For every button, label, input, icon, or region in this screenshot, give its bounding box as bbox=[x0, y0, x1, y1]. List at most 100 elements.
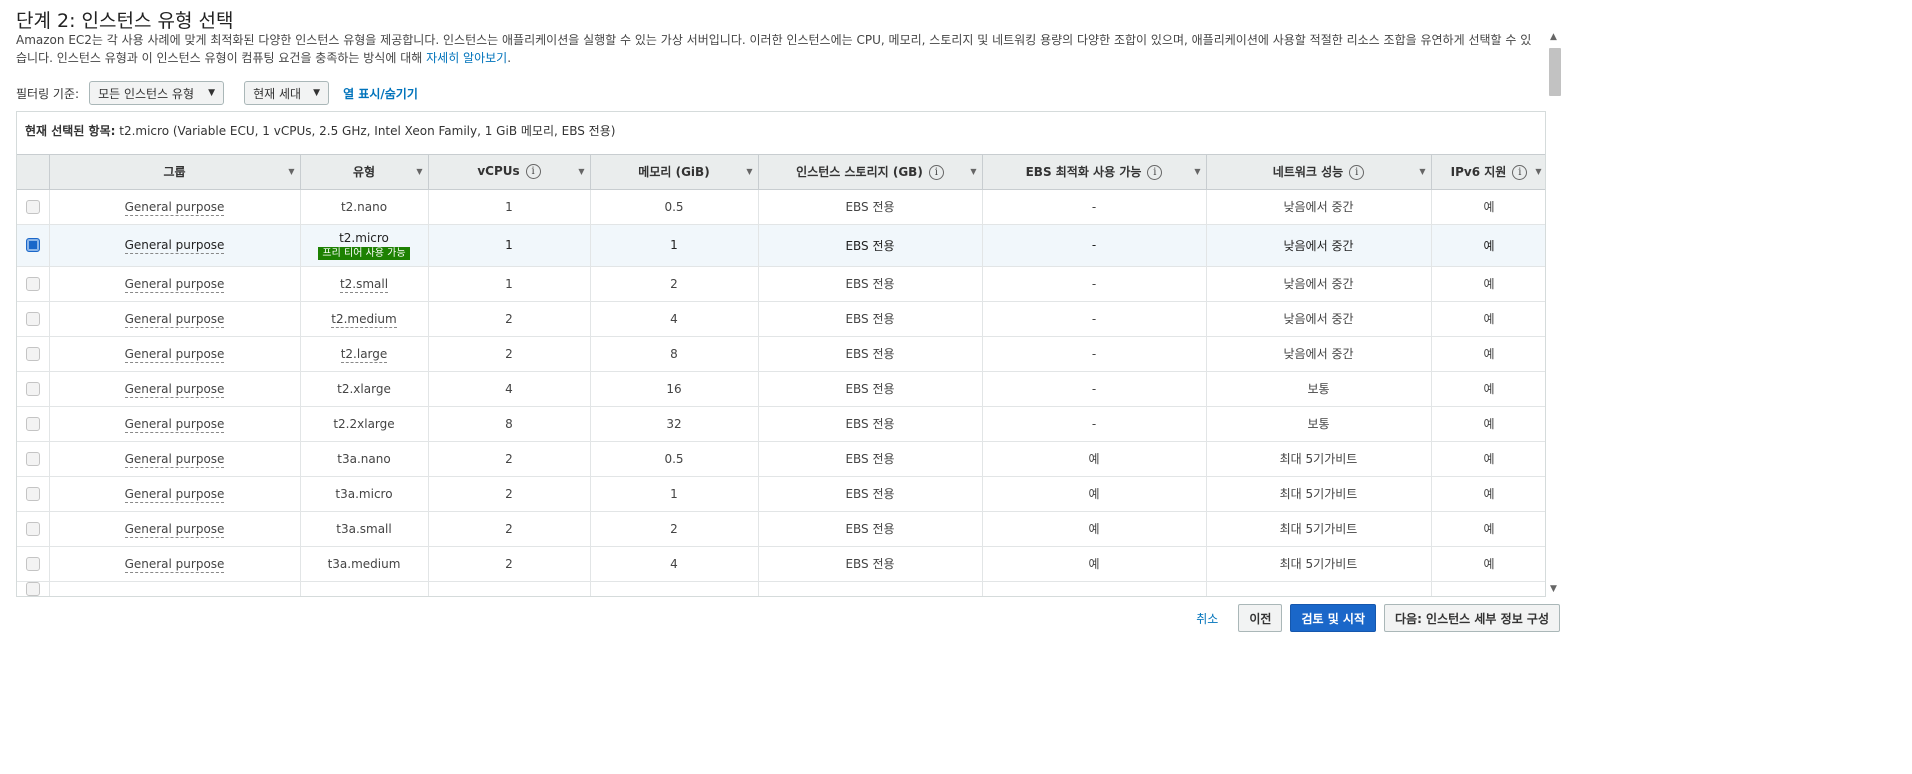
generation-filter-select[interactable]: 현재 세대 ▼ bbox=[244, 81, 330, 105]
row-checkbox[interactable] bbox=[25, 416, 40, 431]
table-row[interactable]: General purpose t2.2xlarge 8 32 EBS 전용 - 보통 예 bbox=[17, 406, 1545, 442]
row-checkbox[interactable] bbox=[25, 346, 40, 361]
sort-caret-icon: ▼ bbox=[1535, 167, 1542, 176]
header-label: 메모리 (GiB) bbox=[638, 165, 710, 180]
review-and-launch-button[interactable]: 검토 및 시작 bbox=[1290, 604, 1376, 632]
table-row[interactable]: General purpose t2.nano 1 0.5 EBS 전용 - 낮음에서 중간… bbox=[17, 189, 1545, 225]
sort-caret-icon: ▼ bbox=[970, 167, 977, 176]
cell-ipv6: 예 bbox=[1431, 546, 1545, 582]
empty-cell bbox=[300, 581, 429, 596]
info-icon[interactable]: i bbox=[1147, 165, 1163, 181]
scrollbar-thumb[interactable] bbox=[1549, 48, 1561, 96]
cell-network-performance: 최대 5기가비트 bbox=[1206, 511, 1432, 547]
header-type[interactable]: 유형 ▼ bbox=[300, 155, 429, 190]
empty-cell bbox=[1206, 581, 1432, 596]
cell-group: General purpose bbox=[49, 441, 301, 477]
cell-network-performance: 낮음에서 중간 bbox=[1206, 189, 1432, 225]
table-row[interactable]: General purpose t3a.small 2 2 EBS 전용 예 최대 5기가비… bbox=[17, 511, 1545, 547]
group-label[interactable]: General purpose bbox=[124, 199, 225, 216]
intro-body: Amazon EC2는 각 사용 사례에 맞게 최적화된 다양한 인스턴스 유형… bbox=[16, 33, 1532, 65]
next-configure-instance-button[interactable]: 다음: 인스턴스 세부 정보 구성 bbox=[1384, 604, 1560, 632]
table-row[interactable]: General purpose t2.micro 프리 티어 사용 가능 1 1 EBS … bbox=[17, 224, 1545, 267]
type-label: t2.2xlarge bbox=[333, 416, 395, 431]
filter-bar: 필터링 기준: 모든 인스턴스 유형 ▼ 현재 세대 ▼ 열 표시/숨기기 bbox=[16, 81, 418, 105]
table-row[interactable]: General purpose t3a.micro 2 1 EBS 전용 예 최대 5기가비… bbox=[17, 476, 1545, 512]
row-checkbox[interactable] bbox=[25, 238, 40, 253]
info-icon[interactable]: i bbox=[1349, 165, 1365, 181]
cell-vcpus: 2 bbox=[428, 336, 591, 372]
cell-group: General purpose bbox=[49, 336, 301, 372]
table-row[interactable]: General purpose t2.small 1 2 EBS 전용 - 낮음에서 중간 예 bbox=[17, 266, 1545, 302]
header-vcpus[interactable]: vCPUs i ▼ bbox=[428, 155, 591, 190]
group-label[interactable]: General purpose bbox=[124, 311, 225, 328]
cell-network-performance: 최대 5기가비트 bbox=[1206, 441, 1432, 477]
sort-caret-icon: ▼ bbox=[1194, 167, 1201, 176]
group-label[interactable]: General purpose bbox=[124, 346, 225, 363]
row-checkbox[interactable] bbox=[25, 451, 40, 466]
table-row[interactable]: General purpose t3a.nano 2 0.5 EBS 전용 예 최대 5기가… bbox=[17, 441, 1545, 477]
header-instance-storage[interactable]: 인스턴스 스토리지 (GB) i ▼ bbox=[758, 155, 983, 190]
cell-ebs-optimized: - bbox=[982, 224, 1207, 267]
row-select-cell bbox=[17, 371, 50, 407]
cell-group: General purpose bbox=[49, 189, 301, 225]
cell-ebs-optimized: - bbox=[982, 406, 1207, 442]
row-checkbox[interactable] bbox=[25, 556, 40, 571]
table-row[interactable]: General purpose t2.medium 2 4 EBS 전용 - 낮음에서 중간… bbox=[17, 301, 1545, 337]
row-checkbox[interactable] bbox=[25, 521, 40, 536]
header-ipv6[interactable]: IPv6 지원 i ▼ bbox=[1431, 155, 1545, 190]
cell-ipv6: 예 bbox=[1431, 511, 1545, 547]
cell-ipv6: 예 bbox=[1431, 224, 1545, 267]
learn-more-link[interactable]: 자세히 알아보기 bbox=[426, 51, 507, 65]
group-label[interactable]: General purpose bbox=[124, 521, 225, 538]
vertical-scrollbar[interactable]: ▲ ▼ bbox=[1548, 32, 1562, 594]
cell-memory: 0.5 bbox=[590, 441, 759, 477]
row-checkbox[interactable] bbox=[25, 381, 40, 396]
header-memory[interactable]: 메모리 (GiB) ▼ bbox=[590, 155, 759, 190]
group-label[interactable]: General purpose bbox=[124, 556, 225, 573]
table-row[interactable]: General purpose t2.xlarge 4 16 EBS 전용 - 보통 예 bbox=[17, 371, 1545, 407]
row-checkbox[interactable] bbox=[25, 199, 40, 214]
row-checkbox[interactable] bbox=[25, 311, 40, 326]
row-checkbox[interactable] bbox=[25, 276, 40, 291]
instance-type-filter-select[interactable]: 모든 인스턴스 유형 ▼ bbox=[89, 81, 225, 105]
cell-instance-storage: EBS 전용 bbox=[758, 336, 983, 372]
type-label: t3a.small bbox=[336, 521, 392, 536]
group-label[interactable]: General purpose bbox=[124, 238, 225, 254]
row-select-cell bbox=[17, 301, 50, 337]
header-label: IPv6 지원 bbox=[1450, 165, 1507, 180]
header-label: 그룹 bbox=[163, 165, 186, 180]
row-checkbox[interactable] bbox=[25, 582, 40, 596]
cell-instance-storage: EBS 전용 bbox=[758, 476, 983, 512]
header-select bbox=[17, 155, 50, 190]
empty-cell bbox=[428, 581, 591, 596]
scroll-down-arrow-icon[interactable]: ▼ bbox=[1550, 584, 1557, 594]
info-icon[interactable]: i bbox=[525, 164, 541, 180]
cell-vcpus: 4 bbox=[428, 371, 591, 407]
cell-type: t3a.micro bbox=[300, 476, 429, 512]
group-label[interactable]: General purpose bbox=[124, 381, 225, 398]
table-row[interactable]: General purpose t2.large 2 8 EBS 전용 - 낮음에서 중간 예 bbox=[17, 336, 1545, 372]
cell-vcpus: 2 bbox=[428, 546, 591, 582]
group-label[interactable]: General purpose bbox=[124, 276, 225, 293]
group-label[interactable]: General purpose bbox=[124, 486, 225, 503]
group-label[interactable]: General purpose bbox=[124, 451, 225, 468]
type-label: t3a.micro bbox=[335, 486, 393, 501]
header-network-performance[interactable]: 네트워크 성능 i ▼ bbox=[1206, 155, 1432, 190]
previous-button[interactable]: 이전 bbox=[1238, 604, 1283, 632]
scroll-up-arrow-icon[interactable]: ▲ bbox=[1550, 32, 1557, 42]
page-title: 단계 2: 인스턴스 유형 선택 bbox=[16, 10, 234, 32]
cell-ebs-optimized: - bbox=[982, 336, 1207, 372]
info-icon[interactable]: i bbox=[928, 165, 944, 181]
cell-ipv6: 예 bbox=[1431, 189, 1545, 225]
show-hide-columns-link[interactable]: 열 표시/숨기기 bbox=[343, 85, 418, 102]
cancel-link[interactable]: 취소 bbox=[1196, 610, 1218, 627]
info-icon[interactable]: i bbox=[1512, 165, 1528, 181]
group-label[interactable]: General purpose bbox=[124, 416, 225, 433]
row-checkbox[interactable] bbox=[25, 486, 40, 501]
type-label: t3a.medium bbox=[327, 556, 401, 571]
header-group[interactable]: 그룹 ▼ bbox=[49, 155, 301, 190]
table-row[interactable]: General purpose t3a.medium 2 4 EBS 전용 예 최대 5기가… bbox=[17, 546, 1545, 582]
cell-type: t2.micro 프리 티어 사용 가능 bbox=[300, 224, 429, 267]
header-ebs-optimized[interactable]: EBS 최적화 사용 가능 i ▼ bbox=[982, 155, 1207, 190]
empty-cell bbox=[1431, 581, 1545, 596]
